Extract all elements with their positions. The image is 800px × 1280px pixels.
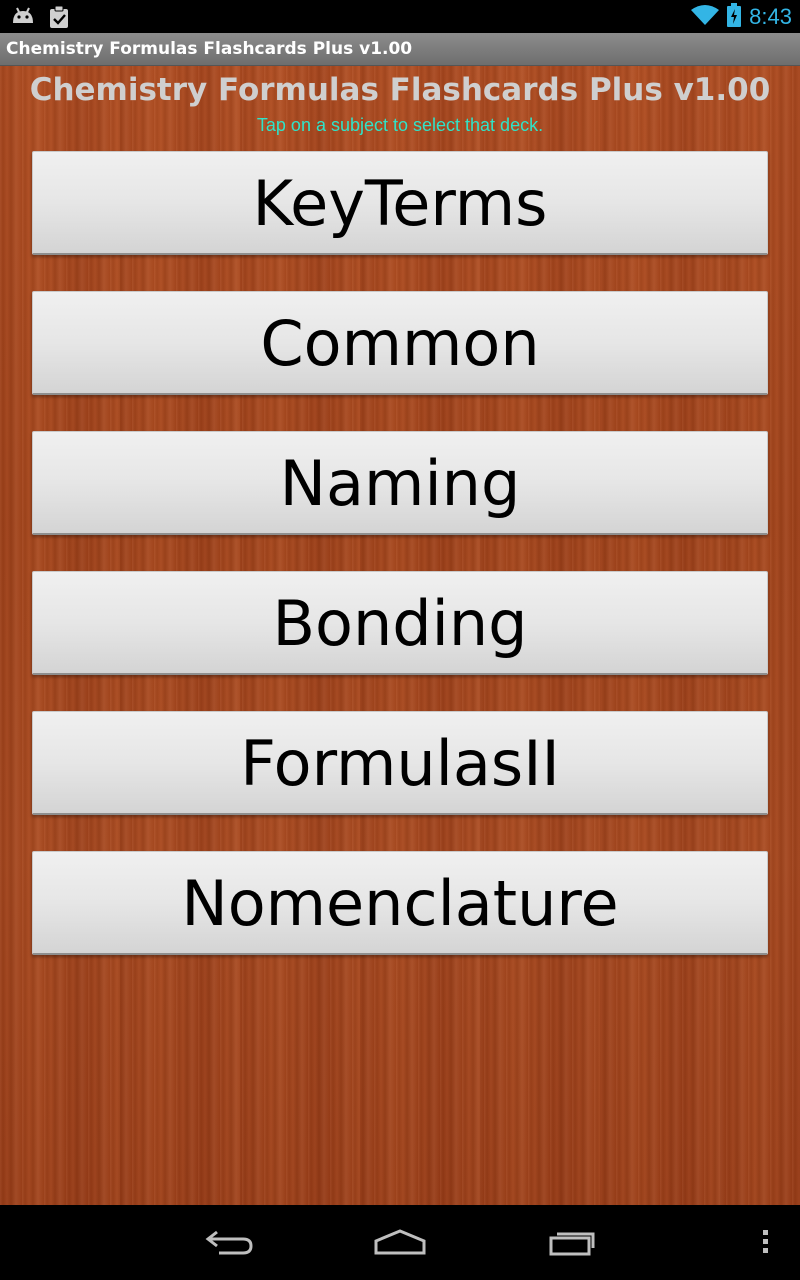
- deck-button-naming[interactable]: Naming: [32, 431, 768, 535]
- deck-button-nomenclature[interactable]: Nomenclature: [32, 851, 768, 955]
- deck-button-bonding[interactable]: Bonding: [32, 571, 768, 675]
- wifi-icon: [691, 4, 720, 30]
- status-bar: 8:43: [0, 0, 800, 33]
- clipboard-check-icon: [48, 5, 70, 33]
- home-button[interactable]: [370, 1227, 430, 1261]
- status-clock: 8:43: [749, 4, 792, 29]
- recent-apps-button[interactable]: [541, 1227, 601, 1261]
- deck-list: KeyTerms Common Naming Bonding FormulasI…: [32, 151, 768, 991]
- page-title: Chemistry Formulas Flashcards Plus v1.00: [29, 72, 771, 108]
- back-button[interactable]: [200, 1227, 260, 1261]
- deck-button-formulasii[interactable]: FormulasII: [32, 711, 768, 815]
- title-bar: Chemistry Formulas Flashcards Plus v1.00: [0, 33, 800, 66]
- back-icon: [205, 1228, 255, 1260]
- deck-selection-screen: Chemistry Formulas Flashcards Plus v1.00…: [0, 66, 800, 1205]
- deck-button-keyterms[interactable]: KeyTerms: [32, 151, 768, 255]
- deck-button-common[interactable]: Common: [32, 291, 768, 395]
- home-icon: [374, 1228, 426, 1260]
- recent-apps-icon: [547, 1228, 595, 1260]
- battery-charging-icon: [727, 3, 742, 31]
- window-title: Chemistry Formulas Flashcards Plus v1.00: [6, 39, 413, 59]
- android-debug-icon: [10, 5, 36, 33]
- overflow-menu-button[interactable]: [748, 1227, 784, 1261]
- navigation-bar: [0, 1205, 800, 1280]
- page-subtitle: Tap on a subject to select that deck.: [256, 115, 544, 135]
- overflow-menu-icon: [762, 1229, 770, 1259]
